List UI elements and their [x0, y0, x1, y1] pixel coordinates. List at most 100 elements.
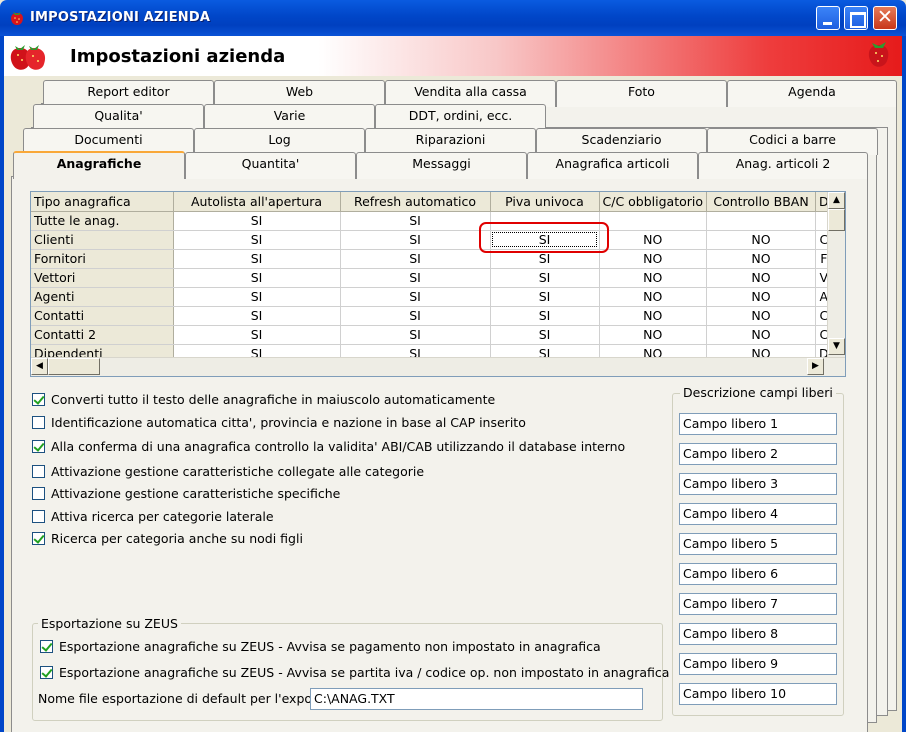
tab-anagrafiche[interactable]: Anagrafiche [13, 151, 185, 179]
table-row[interactable]: Contatti SI SI SI NO NO C [31, 306, 833, 326]
row-header[interactable]: Fornitori [31, 249, 174, 269]
table-cell[interactable]: SI [173, 287, 341, 307]
option-label[interactable]: Identificazione automatica citta', provi… [51, 415, 526, 430]
tab-riparazioni[interactable]: Riparazioni [365, 128, 536, 155]
scroll-right-button[interactable]: ▶ [807, 358, 824, 375]
row-header[interactable]: Agenti [31, 287, 174, 307]
zeus-option-label[interactable]: Esportazione anagrafiche su ZEUS - Avvis… [59, 665, 669, 680]
table-cell[interactable]: SI [340, 306, 491, 326]
option-label[interactable]: Converti tutto il testo delle anagrafich… [51, 392, 495, 407]
campo-libero-input[interactable]: Campo libero 5 [679, 533, 837, 555]
option-checkbox[interactable] [32, 487, 45, 500]
horizontal-scrollbar[interactable]: ◀ ▶ [31, 357, 845, 376]
column-header[interactable]: Refresh automatico [340, 192, 491, 212]
table-cell[interactable]: SI [490, 287, 600, 307]
table-cell[interactable]: SI [340, 287, 491, 307]
campo-libero-input[interactable]: Campo libero 6 [679, 563, 837, 585]
maximize-button[interactable] [844, 6, 868, 30]
option-label[interactable]: Attiva ricerca per categorie laterale [51, 509, 274, 524]
column-header[interactable]: Tipo anagrafica [31, 192, 174, 212]
table-cell[interactable]: NO [599, 287, 708, 307]
close-button[interactable]: ✕ [873, 6, 897, 30]
table-cell[interactable]: SI [173, 306, 341, 326]
table-row[interactable]: Vettori SI SI SI NO NO V [31, 268, 833, 288]
campo-libero-input[interactable]: Campo libero 9 [679, 653, 837, 675]
column-header[interactable]: Autolista all'apertura [173, 192, 341, 212]
table-cell[interactable]: NO [599, 325, 708, 345]
tab-varie[interactable]: Varie [204, 104, 375, 131]
table-row[interactable]: Contatti 2 SI SI SI NO NO C [31, 325, 833, 345]
option-label[interactable]: Alla conferma di una anagrafica controll… [51, 439, 625, 454]
table-cell[interactable]: SI [340, 249, 491, 269]
table-cell[interactable]: NO [599, 268, 708, 288]
table-row[interactable]: Fornitori SI SI SI NO NO F [31, 249, 833, 269]
scroll-thumb[interactable] [828, 209, 845, 231]
option-label[interactable]: Ricerca per categoria anche su nodi figl… [51, 531, 303, 546]
scroll-up-button[interactable]: ▲ [828, 192, 845, 209]
column-header[interactable]: Piva univoca [490, 192, 600, 212]
anagrafiche-grid[interactable]: Tipo anagrafica Autolista all'apertura R… [30, 191, 846, 377]
table-cell[interactable]: SI [340, 211, 491, 231]
campo-libero-input[interactable]: Campo libero 2 [679, 443, 837, 465]
zeus-option-checkbox[interactable] [40, 640, 53, 653]
table-cell[interactable]: NO [599, 306, 708, 326]
tab-log[interactable]: Log [194, 128, 365, 155]
table-row[interactable]: Agenti SI SI SI NO NO A [31, 287, 833, 307]
option-checkbox[interactable] [32, 416, 45, 429]
table-cell[interactable]: SI [173, 230, 341, 250]
scroll-left-button[interactable]: ◀ [31, 358, 48, 375]
tab-ddt-ordini[interactable]: DDT, ordini, ecc. [375, 104, 546, 131]
table-cell[interactable]: SI [173, 325, 341, 345]
tab-anagrafica-articoli[interactable]: Anagrafica articoli [527, 152, 698, 179]
campo-libero-input[interactable]: Campo libero 8 [679, 623, 837, 645]
option-checkbox[interactable] [32, 465, 45, 478]
table-cell[interactable]: SI [490, 325, 600, 345]
campo-libero-input[interactable]: Campo libero 10 [679, 683, 837, 705]
table-cell[interactable] [599, 211, 708, 231]
table-cell[interactable]: SI [173, 268, 341, 288]
table-cell[interactable]: SI [340, 325, 491, 345]
table-cell[interactable] [706, 211, 817, 231]
table-cell[interactable]: SI [173, 249, 341, 269]
tab-quantita[interactable]: Quantita' [185, 152, 356, 179]
table-cell[interactable]: NO [706, 287, 817, 307]
table-cell[interactable]: NO [599, 249, 708, 269]
export-file-input[interactable]: C:\ANAG.TXT [310, 688, 643, 710]
table-cell[interactable]: NO [706, 249, 817, 269]
column-header[interactable]: Controllo BBAN [706, 192, 817, 212]
option-checkbox[interactable] [32, 393, 45, 406]
row-header[interactable]: Contatti 2 [31, 325, 174, 345]
table-row[interactable]: Tutte le anag. SI SI [31, 211, 833, 231]
campo-libero-input[interactable]: Campo libero 4 [679, 503, 837, 525]
tab-codici-a-barre[interactable]: Codici a barre [707, 128, 878, 155]
table-cell[interactable]: SI [490, 306, 600, 326]
tab-foto[interactable]: Foto [556, 80, 727, 107]
scroll-thumb[interactable] [48, 358, 100, 375]
table-cell[interactable]: SI [173, 211, 341, 231]
campo-libero-input[interactable]: Campo libero 7 [679, 593, 837, 615]
tab-web[interactable]: Web [214, 80, 385, 107]
scroll-down-button[interactable]: ▼ [828, 338, 845, 355]
table-cell[interactable]: SI [490, 268, 600, 288]
tab-agenda[interactable]: Agenda [727, 80, 897, 107]
table-cell[interactable]: SI [340, 230, 491, 250]
table-cell[interactable]: NO [706, 306, 817, 326]
table-cell[interactable]: NO [706, 230, 817, 250]
row-header[interactable]: Contatti [31, 306, 174, 326]
tab-messaggi[interactable]: Messaggi [356, 152, 527, 179]
row-header[interactable]: Vettori [31, 268, 174, 288]
campo-libero-input[interactable]: Campo libero 1 [679, 413, 837, 435]
row-header[interactable]: Clienti [31, 230, 174, 250]
column-header[interactable]: C/C obbligatorio [599, 192, 708, 212]
option-checkbox[interactable] [32, 440, 45, 453]
tab-scadenziario[interactable]: Scadenziario [536, 128, 707, 155]
table-cell[interactable]: NO [706, 268, 817, 288]
tab-anag-articoli-2[interactable]: Anag. articoli 2 [698, 152, 868, 179]
row-header[interactable]: Tutte le anag. [31, 211, 174, 231]
option-label[interactable]: Attivazione gestione caratteristiche spe… [51, 486, 340, 501]
table-cell[interactable]: SI [340, 268, 491, 288]
zeus-option-checkbox[interactable] [40, 666, 53, 679]
tab-vendita-alla-cassa[interactable]: Vendita alla cassa [385, 80, 556, 107]
table-row[interactable]: Clienti SI SI SI NO NO C [31, 230, 833, 250]
table-cell[interactable]: NO [706, 325, 817, 345]
